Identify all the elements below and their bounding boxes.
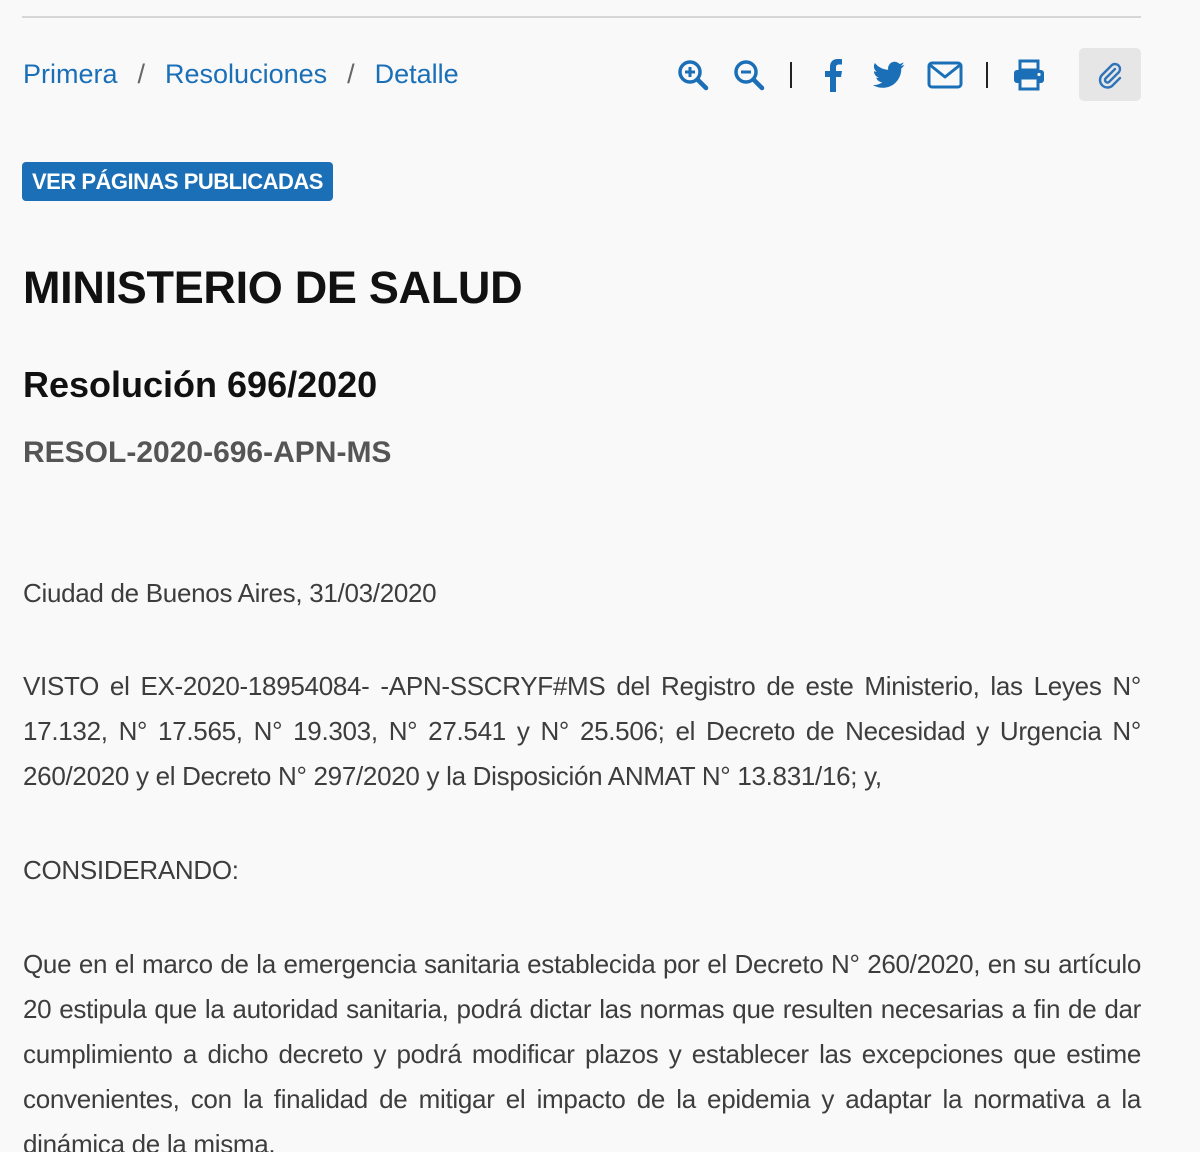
facebook-share-button[interactable] xyxy=(814,56,852,94)
ver-paginas-publicadas-button[interactable]: VER PÁGINAS PUBLICADAS xyxy=(22,162,333,201)
organismo-title: MINISTERIO DE SALUD xyxy=(23,262,523,313)
resolucion-title: Resolución 696/2020 xyxy=(23,364,378,405)
twitter-share-button[interactable] xyxy=(870,56,908,94)
top-divider xyxy=(22,16,1141,18)
considerando-paragraph: Que en el marco de la emergencia sanitar… xyxy=(23,949,1141,1152)
zoom-in-button[interactable] xyxy=(674,56,712,94)
paperclip-icon xyxy=(1098,62,1122,89)
breadcrumb-resoluciones[interactable]: Resoluciones xyxy=(165,59,327,90)
zoom-out-icon xyxy=(734,59,765,90)
print-icon xyxy=(1014,59,1044,90)
toolbar-divider xyxy=(986,61,988,88)
mail-icon xyxy=(927,61,963,88)
page: Primera / Resoluciones / Detalle VER PÁG… xyxy=(0,0,1200,1152)
facebook-icon xyxy=(825,58,842,92)
email-share-button[interactable] xyxy=(926,56,964,94)
breadcrumb-separator: / xyxy=(137,58,146,89)
considerando-heading: CONSIDERANDO: xyxy=(23,855,239,885)
breadcrumb-separator: / xyxy=(347,58,355,89)
document-toolbar xyxy=(665,48,1141,101)
toolbar-divider xyxy=(790,61,792,88)
print-button[interactable] xyxy=(1010,56,1048,94)
resolucion-code: RESOL-2020-696-APN-MS xyxy=(23,436,392,469)
twitter-icon xyxy=(873,61,905,88)
zoom-out-button[interactable] xyxy=(730,56,768,94)
attachment-button[interactable] xyxy=(1079,48,1141,101)
document-date: Ciudad de Buenos Aires, 31/03/2020 xyxy=(23,578,437,608)
zoom-in-icon xyxy=(678,59,709,90)
visto-paragraph: VISTO el EX-2020-18954084- -APN-SSCRYF#M… xyxy=(23,671,1141,791)
breadcrumb-primera[interactable]: Primera xyxy=(23,59,118,90)
breadcrumb: Primera / Resoluciones / Detalle xyxy=(23,56,459,92)
breadcrumb-detalle[interactable]: Detalle xyxy=(375,59,459,90)
